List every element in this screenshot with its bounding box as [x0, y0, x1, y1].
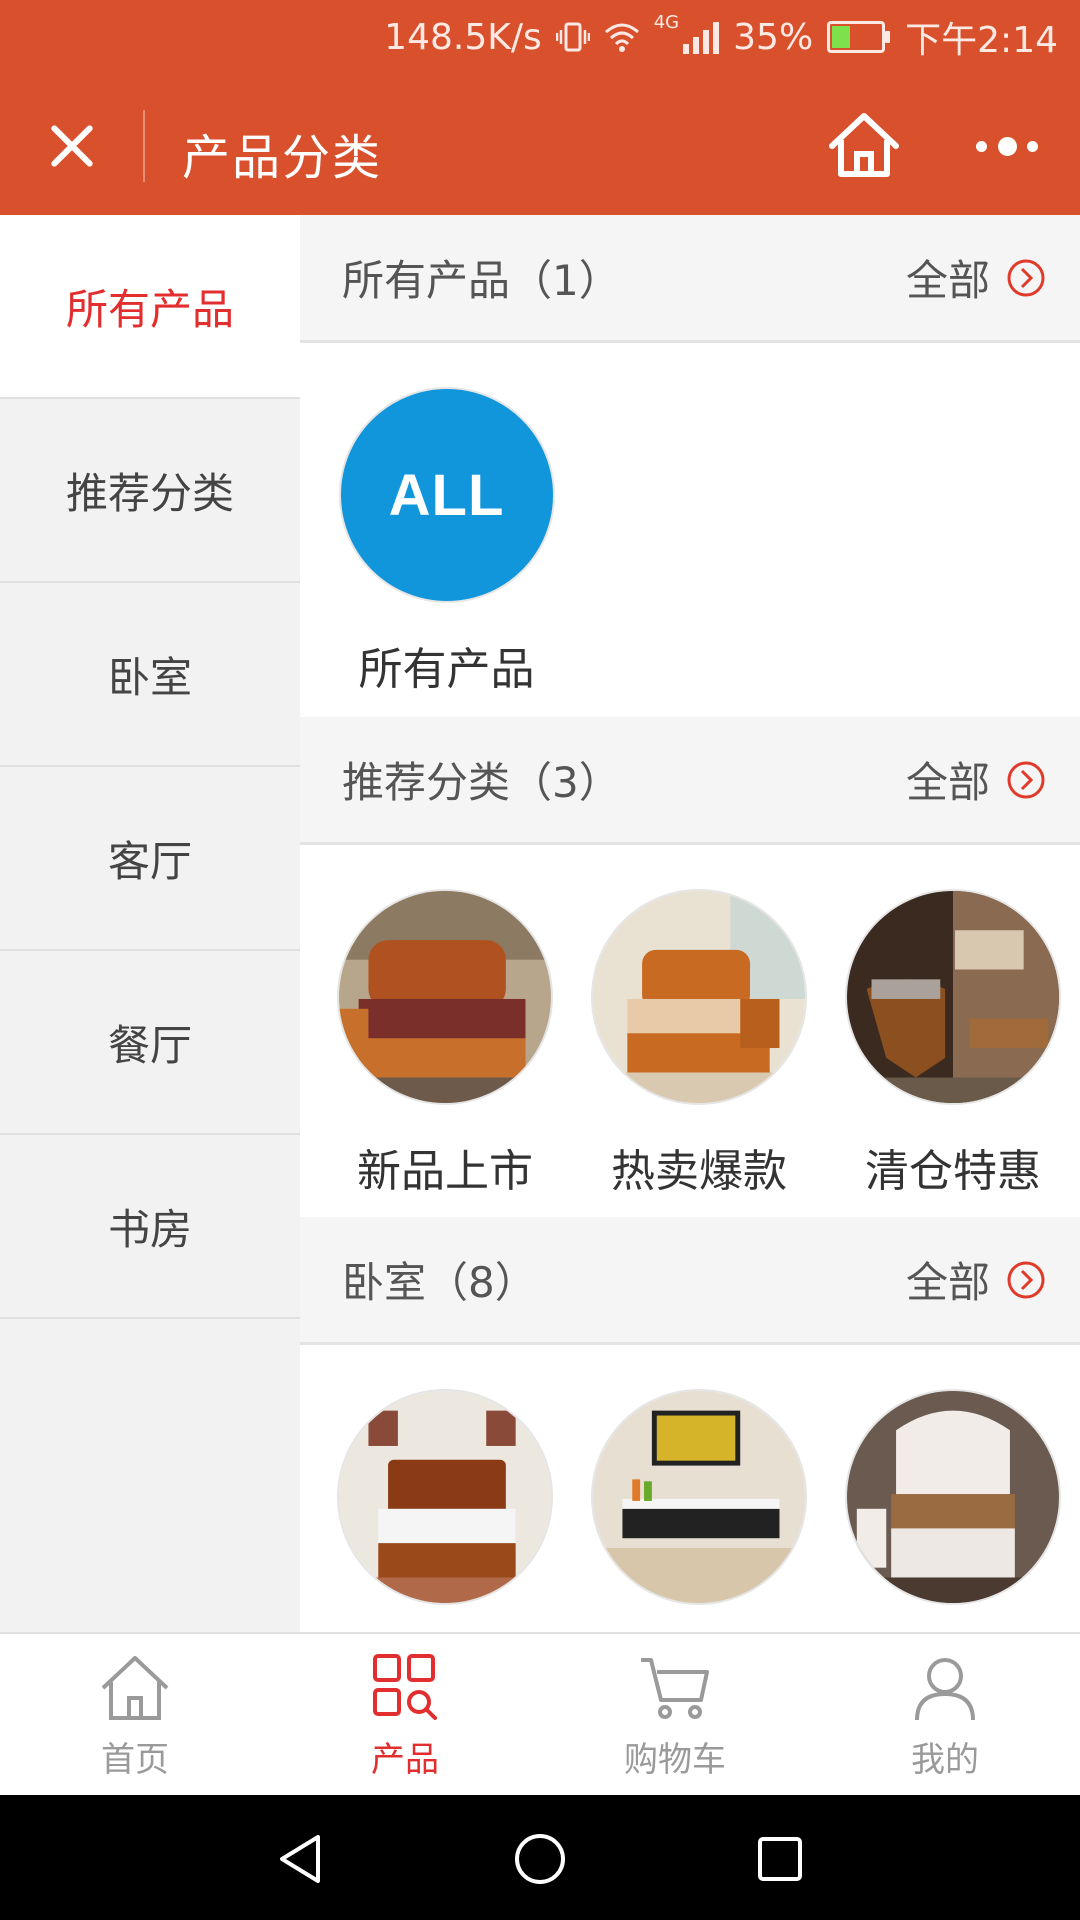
close-icon[interactable]	[40, 115, 104, 179]
category-content: 所有产品（1） 全部 ALL 所有产品 推荐分类（3） 全部 新品上市 热卖爆款…	[300, 215, 1080, 1632]
sidebar-item-study[interactable]: 书房	[0, 1135, 300, 1319]
section-title: 所有产品（1）	[342, 256, 621, 305]
vibrate-icon	[555, 22, 590, 52]
tv-cabinet-photo	[591, 1389, 807, 1605]
recents-icon[interactable]	[752, 1831, 808, 1887]
category-item[interactable]	[572, 1389, 826, 1605]
section-header-recommended: 推荐分类（3） 全部	[300, 717, 1080, 845]
nav-products[interactable]: 产品	[270, 1634, 540, 1797]
bed-photo	[591, 889, 807, 1105]
living-room-photo	[845, 889, 1061, 1105]
nav-label: 产品	[371, 1740, 439, 1780]
grid-search-icon	[373, 1654, 437, 1720]
category-item[interactable]: ALL 所有产品	[318, 387, 575, 717]
nav-cart[interactable]: 购物车	[540, 1634, 810, 1797]
home-icon	[101, 1656, 169, 1720]
clock: 下午2:14	[905, 20, 1058, 61]
bed-photo	[337, 1389, 553, 1605]
section-title: 卧室（8）	[342, 1258, 537, 1307]
header-divider	[143, 110, 145, 182]
nav-label: 首页	[101, 1740, 169, 1780]
see-all-link[interactable]: 全部	[906, 247, 1046, 308]
network-type: 4G	[653, 12, 680, 33]
sidebar-item-all-products[interactable]: 所有产品	[0, 215, 300, 399]
system-nav-bar	[0, 1795, 1080, 1920]
bed-photo	[337, 889, 553, 1105]
category-name: 新品上市	[357, 1146, 533, 1197]
see-all-label: 全部	[905, 256, 990, 305]
category-name: 所有产品	[358, 644, 535, 695]
category-row: ALL 所有产品	[300, 343, 1080, 717]
logo-text: ALL	[388, 462, 505, 528]
see-all-link[interactable]: 全部	[906, 749, 1046, 810]
chevron-circle-icon	[1007, 259, 1045, 296]
sidebar-item-dining-room[interactable]: 餐厅	[0, 951, 300, 1135]
category-item[interactable]	[318, 1389, 572, 1605]
section-header-bedroom: 卧室（8） 全部	[300, 1217, 1080, 1345]
app-header: 148.5K/s 4G 35% 下午2:14 产品分类	[0, 0, 1080, 215]
sidebar-item-recommended[interactable]: 推荐分类	[0, 399, 300, 583]
sidebar-item-bedroom[interactable]: 卧室	[0, 583, 300, 767]
title-bar: 产品分类	[0, 80, 1080, 215]
bed-photo	[845, 1389, 1061, 1605]
sidebar-item-living-room[interactable]: 客厅	[0, 767, 300, 951]
bottom-nav: 首页 产品 购物车 我的	[0, 1632, 1080, 1797]
all-products-logo: ALL	[338, 387, 555, 603]
see-all-label: 全部	[905, 758, 990, 807]
cart-icon	[641, 1658, 709, 1719]
see-all-label: 全部	[905, 1258, 990, 1307]
home-icon[interactable]	[826, 110, 902, 180]
category-name: 清仓特惠	[865, 1146, 1041, 1197]
category-sidebar: 所有产品 推荐分类 卧室 客厅 餐厅 书房	[0, 215, 300, 1632]
battery-percent: 35%	[733, 16, 814, 58]
net-speed: 148.5K/s	[384, 16, 542, 58]
battery-icon	[827, 21, 891, 53]
category-name: 热卖爆款	[611, 1146, 787, 1197]
category-item[interactable]: 新品上市	[318, 889, 572, 1217]
chevron-circle-icon	[1007, 1261, 1045, 1298]
nav-profile[interactable]: 我的	[810, 1634, 1080, 1797]
see-all-link[interactable]: 全部	[906, 1249, 1046, 1310]
nav-label: 购物车	[624, 1740, 726, 1780]
section-header-all-products: 所有产品（1） 全部	[300, 215, 1080, 343]
nav-label: 我的	[911, 1740, 979, 1780]
page-title: 产品分类	[182, 130, 383, 186]
home-circle-icon[interactable]	[512, 1831, 568, 1887]
nav-home[interactable]: 首页	[0, 1634, 270, 1797]
signal-icon	[683, 20, 720, 54]
wifi-icon	[604, 23, 639, 52]
category-item[interactable]	[826, 1389, 1080, 1605]
more-icon[interactable]	[976, 135, 1038, 157]
user-icon	[915, 1658, 975, 1721]
category-item[interactable]: 热卖爆款	[572, 889, 826, 1217]
category-row: 新品上市 热卖爆款 清仓特惠	[300, 845, 1080, 1217]
chevron-circle-icon	[1007, 761, 1045, 798]
section-title: 推荐分类（3）	[342, 758, 621, 807]
status-bar: 148.5K/s 4G 35% 下午2:14	[384, 12, 1058, 62]
back-icon[interactable]	[272, 1831, 328, 1887]
category-row	[300, 1345, 1080, 1605]
category-item[interactable]: 清仓特惠	[826, 889, 1080, 1217]
